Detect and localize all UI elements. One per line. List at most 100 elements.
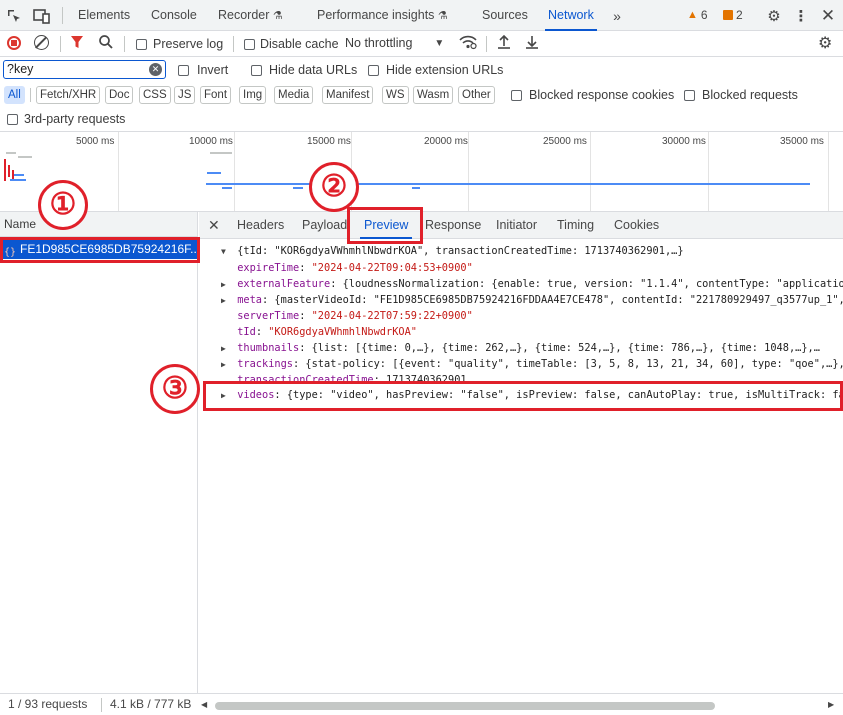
more-tabs-icon[interactable]: » — [607, 6, 627, 26]
request-count: 1 / 93 requests — [8, 697, 88, 711]
issue-icon — [723, 10, 733, 20]
filter-input-value: ?key — [7, 62, 34, 76]
clear-filter-icon[interactable]: ✕ — [149, 63, 162, 76]
filter-input[interactable]: ?key ✕ — [3, 60, 166, 79]
timeline-tick: 25000 ms — [543, 136, 587, 147]
dropdown-arrow-icon: ▼ — [434, 37, 445, 49]
json-value: {loudnessNormalization: {enable: true, v… — [342, 278, 843, 290]
hide-extension-urls-checkbox[interactable]: Hide extension URLs — [368, 63, 503, 77]
inspect-element-icon[interactable] — [4, 6, 24, 26]
tab-performance-insights[interactable]: Performance insights ⚗ — [317, 0, 448, 31]
waterfall-bar — [222, 187, 232, 189]
name-column-header[interactable]: Name — [0, 212, 197, 237]
json-property-line[interactable]: ▶ meta: {masterVideoId: "FE1D985CE6985DB… — [221, 292, 843, 308]
import-har-icon[interactable] — [497, 34, 511, 53]
tab-response[interactable]: Response — [425, 212, 481, 239]
checkbox[interactable] — [244, 38, 255, 50]
expand-arrow-icon[interactable]: ▶ — [221, 293, 231, 309]
search-icon[interactable] — [98, 34, 114, 53]
flask-icon: ⚗ — [272, 10, 283, 22]
stop-recording-icon[interactable] — [7, 36, 21, 50]
checkbox[interactable] — [251, 64, 262, 76]
annotation-step-3: ③ — [150, 364, 200, 414]
export-har-icon[interactable] — [525, 34, 539, 53]
tab-elements[interactable]: Elements — [78, 0, 130, 31]
json-property-line[interactable]: ▶ trackings: {stat-policy: [{event: "qua… — [221, 356, 843, 372]
type-filter-manifest[interactable]: Manifest — [322, 86, 374, 104]
tab-sources[interactable]: Sources — [482, 0, 528, 31]
blocked-response-cookies-checkbox[interactable]: Blocked response cookies — [511, 88, 674, 102]
tab-preview[interactable]: Preview — [359, 212, 413, 239]
json-property-line[interactable]: ▶ externalFeature: {loudnessNormalizatio… — [221, 276, 843, 292]
tab-timing[interactable]: Timing — [557, 212, 594, 239]
warning-icon: ▲ — [687, 9, 698, 21]
waterfall-bar — [18, 156, 32, 158]
horizontal-scrollbar[interactable] — [215, 702, 715, 710]
type-filter-all[interactable]: All — [4, 86, 25, 104]
tab-initiator[interactable]: Initiator — [496, 212, 537, 239]
json-property-line: serverTime: "2024-04-22T07:59:22+0900" — [221, 308, 473, 324]
type-filter-img[interactable]: Img — [239, 86, 267, 104]
json-property-line[interactable]: ▶ thumbnails: {list: [{time: 0,…}, {time… — [221, 340, 820, 356]
third-party-requests-checkbox[interactable]: 3rd-party requests — [7, 112, 125, 126]
device-toolbar-icon[interactable] — [32, 6, 52, 26]
timeline-tick: 35000 ms — [780, 136, 824, 147]
throttling-select[interactable]: No throttling ▼ — [345, 36, 444, 50]
expand-arrow-icon[interactable]: ▶ — [221, 277, 231, 293]
gridline — [468, 132, 469, 211]
type-filter-font[interactable]: Font — [200, 86, 232, 104]
request-row[interactable]: {} FE1D985CE6985DB75924216F... — [0, 239, 197, 259]
hide-data-urls-label: Hide data URLs — [269, 63, 358, 77]
transfer-size: 4.1 kB / 777 kB — [110, 697, 192, 711]
checkbox[interactable] — [511, 89, 522, 101]
type-filter-js[interactable]: JS — [174, 86, 196, 104]
collapse-arrow-icon[interactable]: ▼ — [221, 244, 231, 260]
checkbox[interactable] — [684, 89, 695, 101]
json-root-line[interactable]: ▼ {tId: "KOR6gdyaVWhmhlNbwdrKOA", transa… — [221, 243, 684, 259]
json-value: 1713740362901 — [386, 374, 467, 381]
network-overview-timeline[interactable]: 5000 ms 10000 ms 15000 ms 20000 ms 25000… — [0, 131, 843, 212]
tab-headers[interactable]: Headers — [237, 212, 284, 239]
tab-recorder[interactable]: Recorder ⚗ — [218, 0, 283, 31]
checkbox[interactable] — [368, 64, 379, 76]
expand-arrow-icon[interactable]: ▶ — [221, 357, 231, 373]
blocked-requests-checkbox[interactable]: Blocked requests — [684, 88, 798, 102]
invert-checkbox[interactable]: Invert — [178, 63, 228, 77]
filter-icon[interactable] — [70, 35, 84, 53]
tab-payload[interactable]: Payload — [302, 212, 347, 239]
type-filter-other[interactable]: Other — [458, 86, 495, 104]
checkbox[interactable] — [178, 64, 189, 76]
warnings-badge[interactable]: ▲ 6 — [687, 8, 708, 22]
network-settings-gear-icon[interactable]: ⚙ — [818, 33, 832, 53]
close-detail-icon[interactable]: ✕ — [208, 217, 220, 234]
preserve-log-checkbox[interactable]: Preserve log — [136, 37, 223, 51]
type-filter-wasm[interactable]: Wasm — [413, 86, 454, 104]
clear-icon[interactable] — [34, 35, 49, 50]
settings-gear-icon[interactable]: ⚙ — [764, 6, 784, 26]
checkbox[interactable] — [7, 113, 18, 125]
type-filter-css[interactable]: CSS — [139, 86, 171, 104]
more-options-icon[interactable]: ⋮ — [791, 6, 811, 26]
hide-data-urls-checkbox[interactable]: Hide data URLs — [251, 63, 357, 77]
type-filter-fetch-xhr[interactable]: Fetch/XHR — [36, 86, 101, 104]
tab-cookies[interactable]: Cookies — [614, 212, 659, 239]
json-property-line-videos[interactable]: ▶ videos: {type: "video", hasPreview: "f… — [221, 387, 843, 403]
type-filter-ws[interactable]: WS — [382, 86, 409, 104]
json-value: {masterVideoId: "FE1D985CE6985DB75924216… — [274, 294, 843, 306]
json-value: {stat-policy: [{event: "quality", timeTa… — [305, 358, 843, 370]
type-filter-doc[interactable]: Doc — [105, 86, 134, 104]
tab-network[interactable]: Network — [545, 0, 597, 31]
close-devtools-icon[interactable]: ✕ — [818, 6, 838, 26]
divider — [233, 36, 234, 52]
expand-arrow-icon[interactable]: ▶ — [221, 341, 231, 357]
scroll-right-arrow-icon[interactable]: ▶ — [828, 700, 834, 709]
disable-cache-checkbox[interactable]: Disable cache — [244, 37, 339, 51]
expand-arrow-icon[interactable]: ▶ — [221, 388, 231, 404]
tab-console[interactable]: Console — [151, 0, 197, 31]
network-conditions-icon[interactable] — [459, 34, 477, 53]
json-preview-tree: ▼ {tId: "KOR6gdyaVWhmhlNbwdrKOA", transa… — [199, 243, 843, 693]
scroll-left-arrow-icon[interactable]: ◀ — [201, 700, 207, 709]
type-filter-media[interactable]: Media — [274, 86, 314, 104]
checkbox[interactable] — [136, 38, 147, 50]
issues-badge[interactable]: 2 — [723, 8, 743, 22]
